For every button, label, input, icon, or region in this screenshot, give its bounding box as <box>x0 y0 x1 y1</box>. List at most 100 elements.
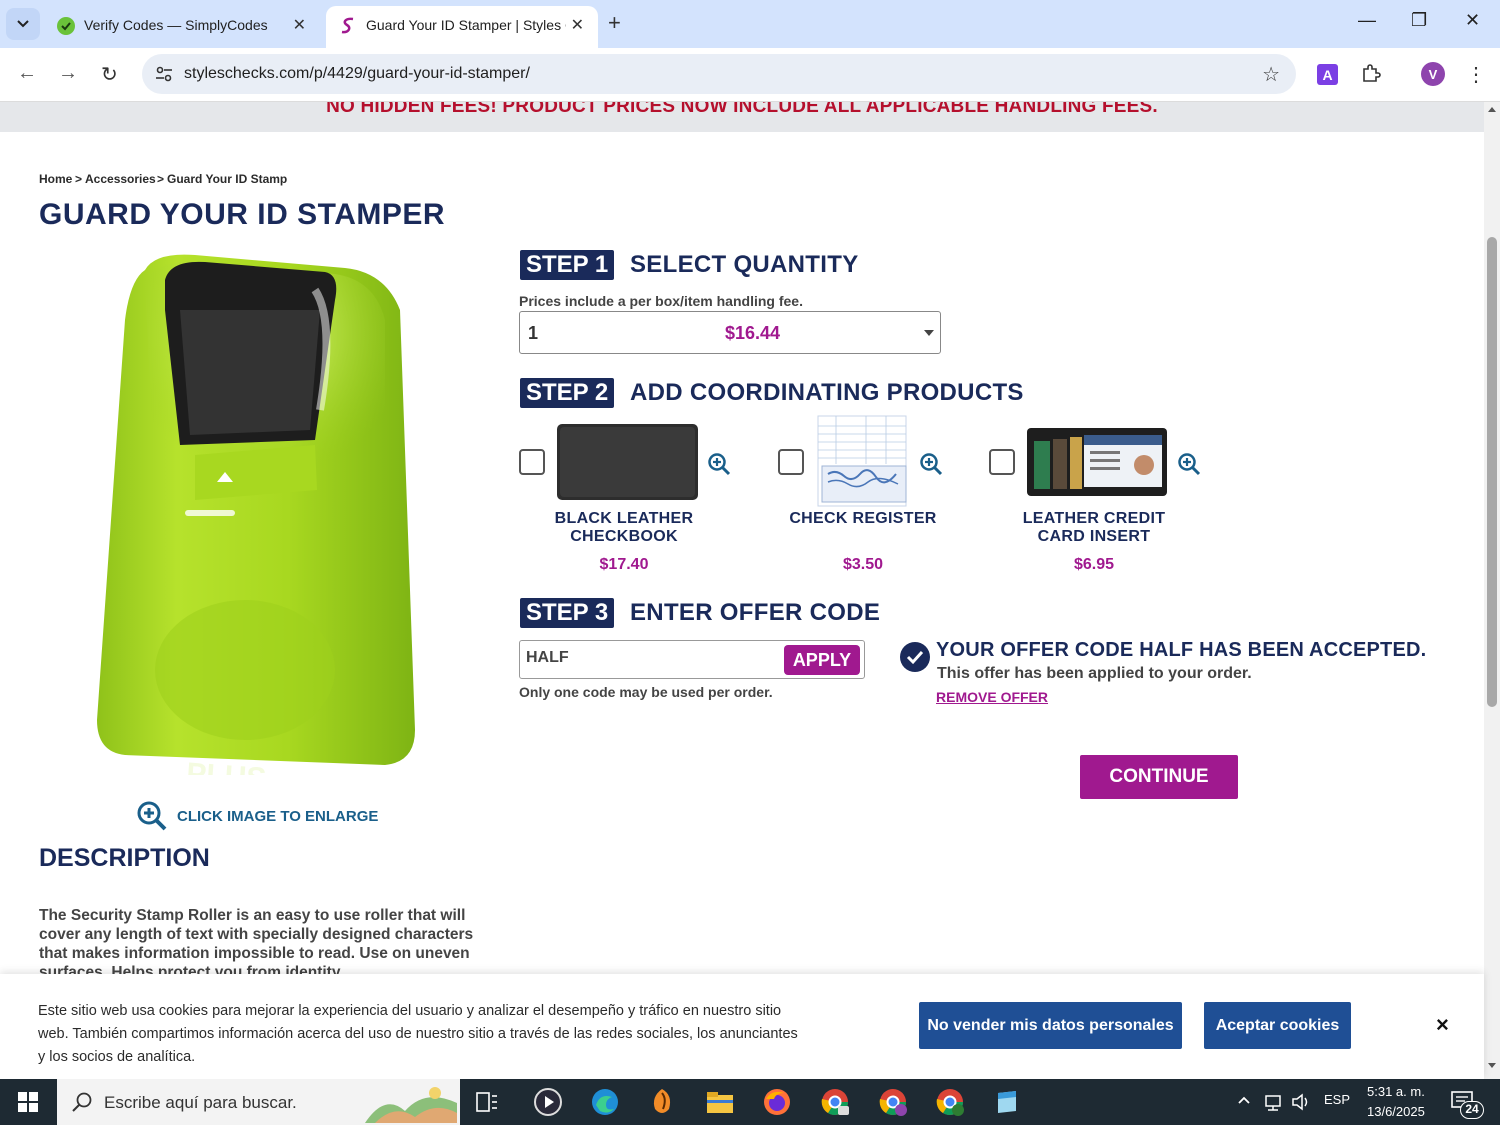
zoom-in-icon[interactable] <box>919 452 943 476</box>
remove-offer-link[interactable]: REMOVE OFFER <box>936 689 1048 705</box>
check-register-checkbox[interactable] <box>778 449 804 475</box>
extensions-puzzle-icon[interactable] <box>1360 62 1382 84</box>
reload-icon[interactable]: ↻ <box>101 62 118 87</box>
chevron-up-icon[interactable] <box>1237 1095 1251 1105</box>
browser-tab-bar: Verify Codes — SimplyCodes ✕ Guard Your … <box>0 0 1500 48</box>
breadcrumb-current: Guard Your ID Stamp <box>167 172 288 186</box>
new-tab-icon[interactable]: + <box>608 10 621 36</box>
zoom-in-icon[interactable] <box>707 452 731 476</box>
browser-menu-icon[interactable]: ⋮ <box>1466 62 1486 87</box>
tab-close-icon[interactable]: ✕ <box>571 15 584 35</box>
check-register-name: CHECK REGISTER <box>763 510 963 528</box>
file-explorer-icon[interactable] <box>705 1087 735 1117</box>
breadcrumb-home[interactable]: Home <box>39 172 72 186</box>
profile-avatar[interactable]: V <box>1421 62 1445 86</box>
check-register-image[interactable] <box>816 414 910 508</box>
cookie-close-icon[interactable]: × <box>1436 1012 1449 1038</box>
accept-cookies-button[interactable]: Aceptar cookies <box>1204 1002 1351 1049</box>
language-indicator[interactable]: ESP <box>1324 1092 1350 1107</box>
apply-button[interactable]: APPLY <box>784 645 860 675</box>
checkbook-name: BLACK LEATHER CHECKBOOK <box>524 510 724 546</box>
zoom-in-icon <box>137 801 167 831</box>
volume-icon[interactable] <box>1291 1092 1311 1112</box>
scrollbar-thumb[interactable] <box>1487 237 1497 707</box>
offer-accepted-title: YOUR OFFER CODE HALF HAS BEEN ACCEPTED. <box>936 639 1427 661</box>
quantity-price: $16.44 <box>725 323 781 343</box>
breadcrumb-accessories[interactable]: Accessories <box>85 172 156 186</box>
clock-time: 5:31 a. m. <box>1367 1084 1425 1099</box>
product-name-line: LEATHER CREDIT <box>1022 510 1166 527</box>
check-circle-icon <box>900 642 930 672</box>
web-page: NO HIDDEN FEES! PRODUCT PRICES NOW INCLU… <box>0 102 1484 1079</box>
enlarge-image-link[interactable]: CLICK IMAGE TO ENLARGE <box>137 801 378 831</box>
forward-icon[interactable]: → <box>58 62 78 85</box>
cookie-consent-bar: Este sitio web usa cookies para mejorar … <box>0 974 1484 1079</box>
page-scrollbar[interactable] <box>1484 102 1500 1079</box>
minimize-icon[interactable]: — <box>1358 10 1376 31</box>
credit-card-insert-checkbox[interactable] <box>989 449 1015 475</box>
credit-card-insert-name: LEATHER CREDIT CARD INSERT <box>994 510 1194 546</box>
tab-simplycodes[interactable]: Verify Codes — SimplyCodes ✕ <box>44 6 320 48</box>
simplycodes-favicon-icon <box>57 17 75 35</box>
step-2-badge: STEP 2 <box>520 378 615 408</box>
back-icon[interactable]: ← <box>17 62 37 85</box>
continue-button[interactable]: CONTINUE <box>1080 755 1238 799</box>
chevron-down-icon <box>924 330 934 336</box>
network-icon[interactable] <box>1263 1092 1283 1112</box>
tab-close-icon[interactable]: ✕ <box>293 15 306 35</box>
firefox-icon[interactable] <box>762 1087 792 1117</box>
offer-code-field: APPLY <box>519 640 865 679</box>
windows-taskbar: Escribe aquí para buscar. ESP 5:31 a. m.… <box>0 1079 1500 1125</box>
notification-count-badge: 24 <box>1460 1101 1484 1119</box>
offer-accepted-subtitle: This offer has been applied to your orde… <box>937 665 1252 682</box>
promo-banner: NO HIDDEN FEES! PRODUCT PRICES NOW INCLU… <box>0 102 1484 132</box>
description-title: DESCRIPTION <box>39 844 210 872</box>
chevron-down-icon <box>17 20 29 28</box>
step-1-badge: STEP 1 <box>520 250 615 280</box>
scroll-up-icon[interactable] <box>1487 105 1497 113</box>
styles-favicon-icon <box>341 17 354 34</box>
taskbar-search-box[interactable]: Escribe aquí para buscar. <box>57 1079 460 1125</box>
step-3-badge: STEP 3 <box>520 598 615 628</box>
zoom-in-icon[interactable] <box>1177 452 1201 476</box>
cookie-text: Este sitio web usa cookies para mejorar … <box>38 1003 798 1065</box>
offer-code-input[interactable] <box>526 649 776 667</box>
taskbar-clock[interactable]: 5:31 a. m. 13/6/2025 <box>1367 1082 1425 1122</box>
description-text: The Security Stamp Roller is an easy to … <box>39 907 474 981</box>
browser-toolbar: ← → ↻ styleschecks.com/p/4429/guard-your… <box>0 48 1500 102</box>
handling-fee-note: Prices include a per box/item handling f… <box>519 293 803 309</box>
checkbook-image[interactable] <box>556 422 700 502</box>
tab-list-button[interactable] <box>6 8 40 40</box>
bookmark-star-icon[interactable]: ☆ <box>1262 62 1280 87</box>
url-text: styleschecks.com/p/4429/guard-your-id-st… <box>184 65 530 82</box>
breadcrumb-separator: > <box>75 172 83 186</box>
fl-studio-icon[interactable] <box>647 1087 677 1117</box>
tab-title: Verify Codes — SimplyCodes <box>84 17 268 33</box>
credit-card-insert-image[interactable] <box>1026 427 1168 497</box>
chrome-profile-1-icon[interactable] <box>820 1087 850 1117</box>
product-image[interactable]: PLUS <box>85 250 445 775</box>
site-settings-icon[interactable] <box>154 64 174 84</box>
checkbook-checkbox[interactable] <box>519 449 545 475</box>
address-bar[interactable]: styleschecks.com/p/4429/guard-your-id-st… <box>142 54 1296 94</box>
notepad-app-icon[interactable] <box>992 1087 1022 1117</box>
media-player-icon[interactable] <box>533 1087 563 1117</box>
do-not-sell-button[interactable]: No vender mis datos personales <box>919 1002 1182 1049</box>
check-register-price: $3.50 <box>842 556 884 573</box>
breadcrumb-separator: > <box>157 172 165 186</box>
clock-date: 13/6/2025 <box>1367 1104 1425 1119</box>
product-name-line: CHECKBOOK <box>570 528 678 545</box>
chrome-profile-3-icon[interactable] <box>935 1087 965 1117</box>
task-view-icon[interactable] <box>476 1092 498 1112</box>
windows-start-icon[interactable] <box>18 1092 38 1112</box>
scroll-down-icon[interactable] <box>1487 1062 1497 1070</box>
edge-browser-icon[interactable] <box>590 1087 620 1117</box>
quantity-select[interactable]: 1 $16.44 <box>519 311 941 354</box>
tab-styles-checks[interactable]: Guard Your ID Stamper | Styles C ✕ <box>326 6 598 48</box>
enlarge-label: CLICK IMAGE TO ENLARGE <box>177 807 379 825</box>
extension-a-icon[interactable]: A <box>1317 64 1338 85</box>
restore-icon[interactable]: ❐ <box>1411 10 1427 31</box>
chrome-profile-2-icon[interactable] <box>878 1087 908 1117</box>
close-window-icon[interactable]: ✕ <box>1465 10 1480 31</box>
page-title: GUARD YOUR ID STAMPER <box>39 198 446 231</box>
